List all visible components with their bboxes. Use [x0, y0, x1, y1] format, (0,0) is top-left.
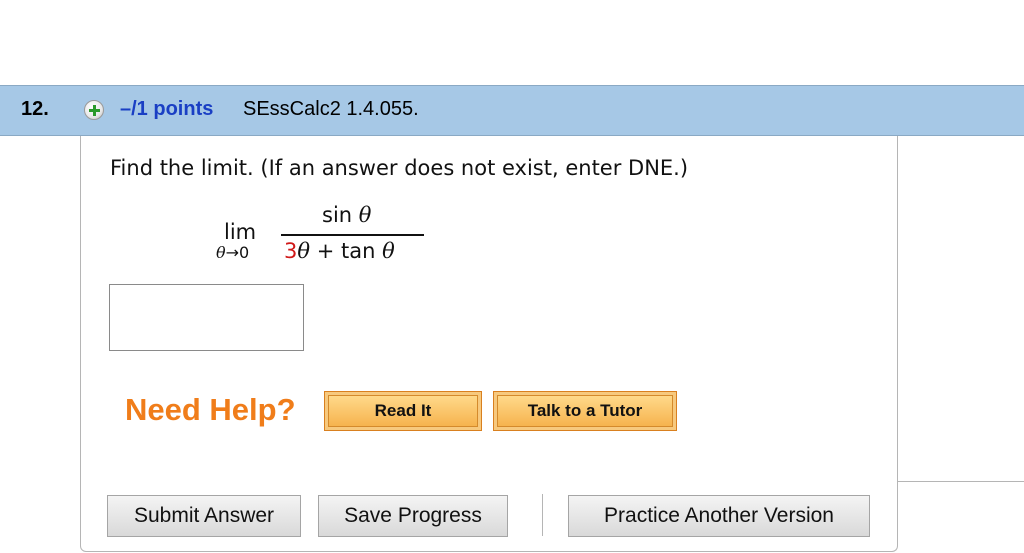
- read-it-button[interactable]: Read It: [324, 391, 482, 431]
- question-header: 12. –/1 points SEssCalc2 1.4.055.: [0, 85, 1024, 136]
- button-divider: [542, 494, 543, 536]
- plus-circle-icon[interactable]: [84, 100, 104, 120]
- save-progress-button[interactable]: Save Progress: [318, 495, 508, 537]
- question-prompt: Find the limit. (If an answer does not e…: [110, 156, 689, 180]
- practice-another-version-button[interactable]: Practice Another Version: [568, 495, 870, 537]
- divider: [897, 481, 1024, 482]
- coefficient-highlight: 3: [284, 239, 298, 263]
- fraction-denominator: 3θ + tan θ: [284, 239, 395, 263]
- talk-to-tutor-label: Talk to a Tutor: [497, 395, 673, 427]
- points-label: –/1 points: [120, 98, 214, 120]
- fraction-bar: [281, 234, 424, 236]
- limit-operator: lim: [224, 220, 257, 244]
- limit-subscript: θ→0: [216, 243, 250, 262]
- answer-input[interactable]: [109, 284, 304, 351]
- question-number: 12.: [21, 98, 49, 120]
- submit-answer-button[interactable]: Submit Answer: [107, 495, 301, 537]
- read-it-label: Read It: [328, 395, 478, 427]
- question-source: SEssCalc2 1.4.055.: [243, 98, 419, 120]
- fraction-numerator: sin θ: [322, 203, 372, 227]
- talk-to-tutor-button[interactable]: Talk to a Tutor: [493, 391, 677, 431]
- need-help-label: Need Help?: [125, 392, 296, 427]
